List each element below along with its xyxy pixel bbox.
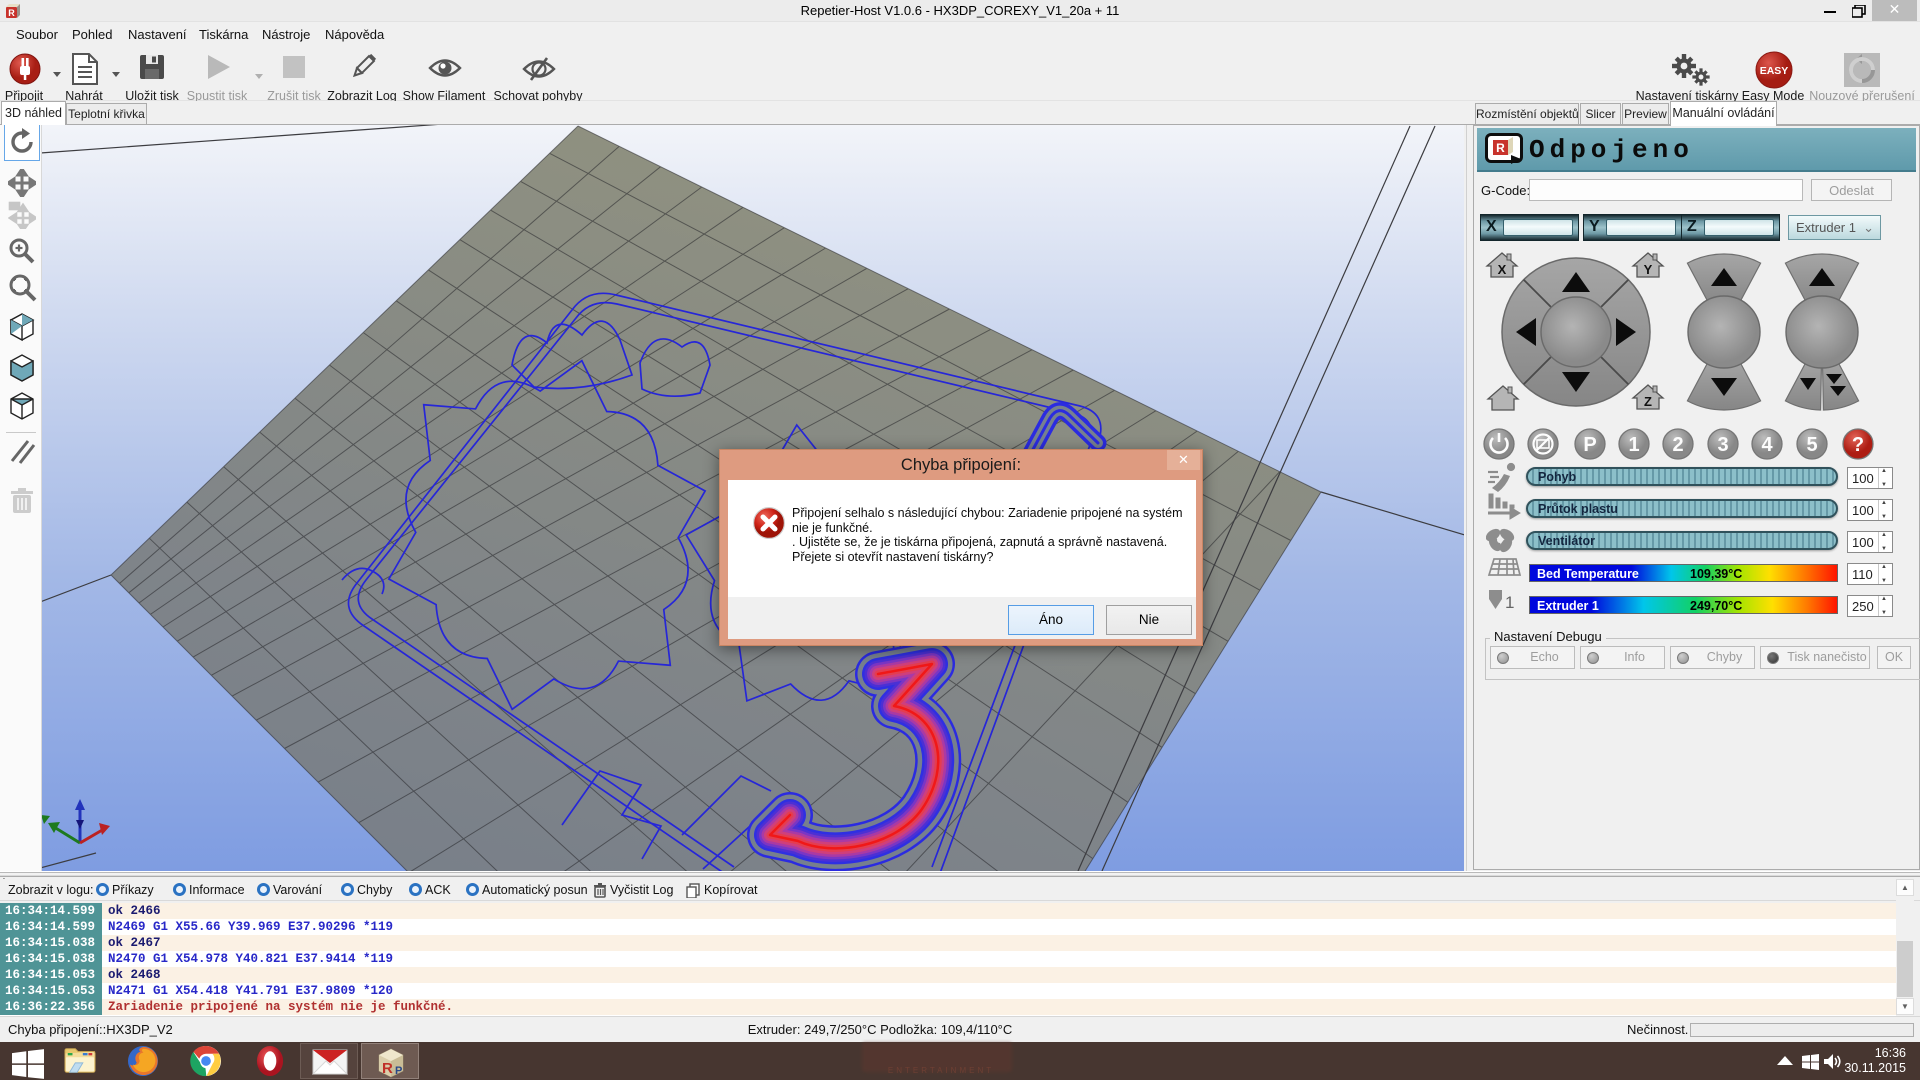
svg-text:EASY: EASY (1760, 65, 1789, 77)
svg-text:P: P (1583, 434, 1596, 456)
svg-text:X: X (1498, 262, 1507, 277)
svg-text:1: 1 (1628, 434, 1639, 456)
svg-text:Z: Z (1644, 394, 1652, 409)
svg-text:?: ? (1852, 434, 1864, 456)
svg-text:P: P (395, 1065, 402, 1077)
svg-text:3: 3 (1717, 434, 1728, 456)
svg-text:R: R (8, 8, 15, 18)
svg-text:5: 5 (1806, 434, 1817, 456)
svg-text:Y: Y (1644, 262, 1653, 277)
svg-text:4: 4 (1761, 434, 1773, 456)
svg-text:R: R (382, 1060, 393, 1077)
svg-text:1: 1 (1505, 593, 1514, 612)
svg-text:2: 2 (1672, 434, 1683, 456)
svg-text:R: R (1496, 141, 1505, 155)
